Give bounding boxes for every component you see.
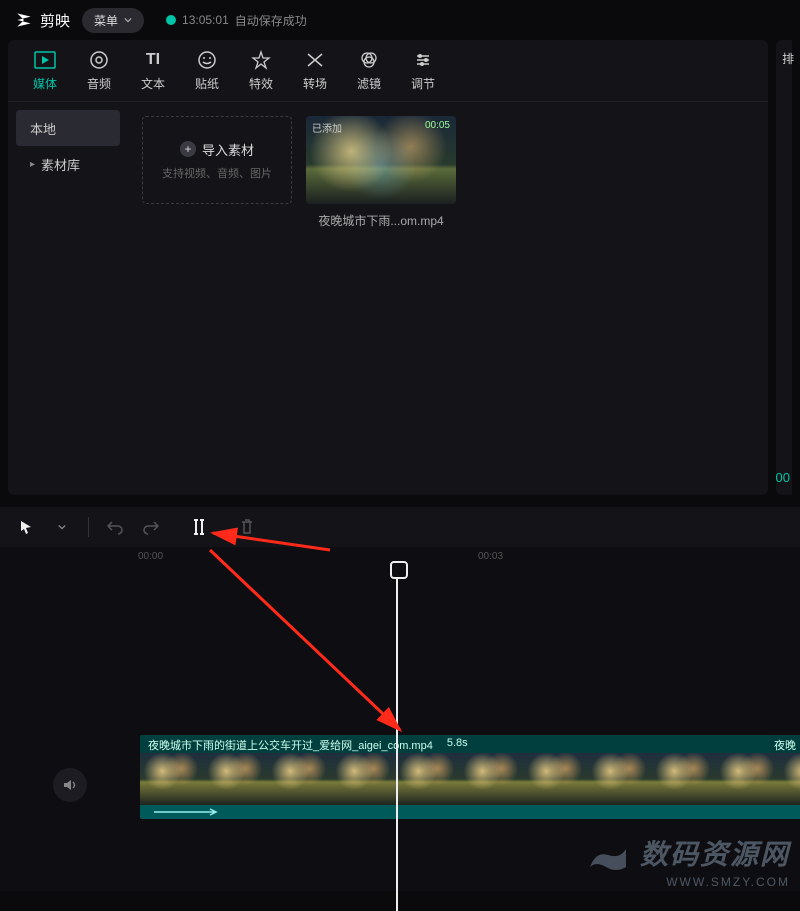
pointer-dropdown[interactable] bbox=[48, 513, 76, 541]
split-tool[interactable] bbox=[185, 513, 213, 541]
ruler-mark: 00:03 bbox=[478, 551, 503, 562]
watermark-logo-icon bbox=[586, 845, 630, 875]
import-subtext: 支持视频、音频、图片 bbox=[162, 165, 272, 181]
delete-button[interactable] bbox=[233, 513, 261, 541]
track-mute-button[interactable] bbox=[53, 768, 87, 802]
sticker-icon bbox=[196, 49, 218, 71]
transition-icon bbox=[304, 49, 326, 71]
sidebar-item-library[interactable]: ▸ 素材库 bbox=[16, 146, 120, 182]
adjust-icon bbox=[412, 49, 434, 71]
app-logo: 剪映 bbox=[14, 10, 70, 31]
save-text: 自动保存成功 bbox=[235, 12, 307, 29]
timeline-toolbar bbox=[0, 507, 800, 547]
ruler-mark: 00:00 bbox=[138, 551, 163, 562]
filter-icon bbox=[358, 49, 380, 71]
tab-effect[interactable]: 特效 bbox=[234, 49, 288, 92]
tab-transition[interactable]: 转场 bbox=[288, 49, 342, 92]
sidebar-item-local[interactable]: 本地 bbox=[16, 110, 120, 146]
undo-button[interactable] bbox=[101, 513, 129, 541]
media-panel: 媒体 音频 TI 文本 贴纸 特效 转场 bbox=[8, 40, 768, 495]
plus-icon: + bbox=[180, 141, 196, 157]
media-sidebar: 本地 ▸ 素材库 bbox=[8, 102, 128, 495]
effect-icon bbox=[250, 49, 272, 71]
chevron-down-icon bbox=[124, 16, 132, 24]
logo-icon bbox=[14, 10, 34, 30]
media-clip[interactable]: 已添加 00:05 夜晚城市下雨...om.mp4 bbox=[306, 116, 456, 229]
playhead[interactable] bbox=[396, 571, 398, 911]
caret-right-icon: ▸ bbox=[30, 159, 35, 170]
text-icon: TI bbox=[142, 49, 164, 71]
tab-filter[interactable]: 滤镜 bbox=[342, 49, 396, 92]
audio-icon bbox=[88, 49, 110, 71]
preview-panel: 排 00 bbox=[776, 40, 792, 495]
watermark: 数码资源网 WWW.SMZY.COM bbox=[586, 833, 790, 889]
pointer-tool[interactable] bbox=[12, 513, 40, 541]
timeline-clip-filename: 夜晚城市下雨的街道上公交车开过_爱给网_aigei_com.mp4 bbox=[148, 737, 433, 751]
preview-time: 00 bbox=[776, 470, 790, 485]
speaker-icon bbox=[62, 777, 78, 793]
category-tabs: 媒体 音频 TI 文本 贴纸 特效 转场 bbox=[8, 40, 768, 102]
status-dot-icon bbox=[166, 15, 176, 25]
clip-added-badge: 已添加 bbox=[312, 120, 342, 135]
save-time: 13:05:01 bbox=[182, 13, 229, 27]
menu-dropdown[interactable]: 菜单 bbox=[82, 8, 144, 33]
tab-media[interactable]: 媒体 bbox=[18, 49, 72, 92]
menu-label: 菜单 bbox=[94, 12, 118, 29]
clip-duration-badge: 00:05 bbox=[425, 120, 450, 131]
redo-button[interactable] bbox=[137, 513, 165, 541]
clip-filename: 夜晚城市下雨...om.mp4 bbox=[306, 212, 456, 229]
tab-adjust[interactable]: 调节 bbox=[396, 49, 450, 92]
import-media-button[interactable]: + 导入素材 支持视频、音频、图片 bbox=[142, 116, 292, 204]
app-name: 剪映 bbox=[40, 10, 70, 31]
autosave-status: 13:05:01 自动保存成功 bbox=[166, 12, 307, 29]
tab-sticker[interactable]: 贴纸 bbox=[180, 49, 234, 92]
tab-audio[interactable]: 音频 bbox=[72, 49, 126, 92]
clip-thumbnail: 已添加 00:05 bbox=[306, 116, 456, 204]
media-icon bbox=[34, 49, 56, 71]
tab-text[interactable]: TI 文本 bbox=[126, 49, 180, 92]
timeline-clip-duration: 5.8s bbox=[447, 737, 468, 751]
import-label: 导入素材 bbox=[202, 140, 254, 159]
